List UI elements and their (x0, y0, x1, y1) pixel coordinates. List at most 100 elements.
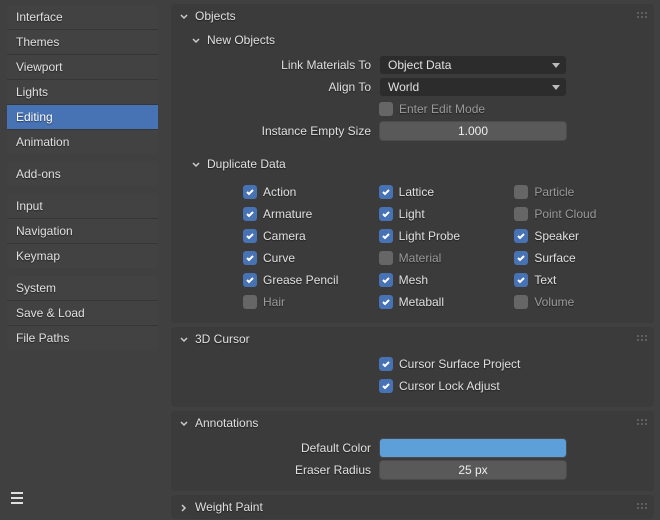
drag-grip-icon[interactable] (636, 334, 648, 342)
cursor3d-panel-header[interactable]: 3D Cursor (171, 327, 654, 351)
duplicate-item-label: Camera (263, 229, 306, 243)
cursor3d-panel: 3D Cursor Cursor Surface Project Cursor … (171, 327, 654, 407)
duplicate-data-item: Text (514, 269, 646, 291)
duplicate-surface-checkbox[interactable] (514, 251, 528, 265)
weight-paint-panel-header[interactable]: Weight Paint (171, 495, 654, 519)
annotations-panel-header[interactable]: Annotations (171, 411, 654, 435)
cursor-surface-project-checkbox[interactable] (379, 357, 393, 371)
duplicate-data-item: Camera (243, 225, 375, 247)
align-to-dropdown[interactable]: World (379, 77, 567, 97)
align-to-label: Align To (179, 80, 371, 94)
sidebar-item-system[interactable]: System (7, 276, 158, 300)
sidebar-item-viewport[interactable]: Viewport (7, 54, 158, 79)
duplicate-curve-checkbox[interactable] (243, 251, 257, 265)
duplicate-text-checkbox[interactable] (514, 273, 528, 287)
duplicate-data-item: Surface (514, 247, 646, 269)
duplicate-item-label: Particle (534, 185, 574, 199)
objects-panel-title: Objects (195, 9, 236, 23)
instance-empty-size-field[interactable]: 1.000 (379, 121, 567, 141)
duplicate-item-label: Text (534, 273, 556, 287)
duplicate-item-label: Hair (263, 295, 285, 309)
chevron-down-icon (191, 35, 201, 45)
eraser-radius-field[interactable]: 25 px (379, 460, 567, 480)
duplicate-data-item: Material (379, 247, 511, 269)
drag-grip-icon[interactable] (636, 11, 648, 19)
preferences-main: Objects New Objects Link Materials To Ob… (165, 0, 660, 520)
sidebar-item-input[interactable]: Input (7, 194, 158, 218)
sidebar-item-file-paths[interactable]: File Paths (7, 325, 158, 350)
duplicate-item-label: Lattice (399, 185, 434, 199)
sidebar-item-interface[interactable]: Interface (7, 5, 158, 29)
duplicate-data-item: Mesh (379, 269, 511, 291)
sidebar-item-themes[interactable]: Themes (7, 29, 158, 54)
cursor-surface-project-label: Cursor Surface Project (399, 357, 520, 371)
duplicate-grease-pencil-checkbox[interactable] (243, 273, 257, 287)
duplicate-data-body: ActionLatticeParticleArmatureLightPoint … (171, 176, 654, 323)
instance-empty-size-label: Instance Empty Size (179, 124, 371, 138)
objects-panel-header[interactable]: Objects (171, 4, 654, 28)
duplicate-speaker-checkbox[interactable] (514, 229, 528, 243)
chevron-down-icon (179, 418, 189, 428)
duplicate-data-item: Light (379, 203, 511, 225)
duplicate-item-label: Metaball (399, 295, 444, 309)
duplicate-item-label: Mesh (399, 273, 428, 287)
sidebar-item-navigation[interactable]: Navigation (7, 218, 158, 243)
annotations-title: Annotations (195, 416, 258, 430)
duplicate-light-probe-checkbox[interactable] (379, 229, 393, 243)
sidebar-item-lights[interactable]: Lights (7, 79, 158, 104)
duplicate-camera-checkbox[interactable] (243, 229, 257, 243)
duplicate-data-item: Point Cloud (514, 203, 646, 225)
duplicate-mesh-checkbox[interactable] (379, 273, 393, 287)
duplicate-item-label: Action (263, 185, 296, 199)
cursor-lock-adjust-label: Cursor Lock Adjust (399, 379, 500, 393)
sidebar-item-editing[interactable]: Editing (7, 104, 158, 129)
duplicate-item-label: Volume (534, 295, 574, 309)
enter-edit-mode-label: Enter Edit Mode (399, 102, 485, 116)
duplicate-data-subpanel-header[interactable]: Duplicate Data (171, 152, 654, 176)
duplicate-item-label: Surface (534, 251, 575, 265)
duplicate-light-checkbox[interactable] (379, 207, 393, 221)
duplicate-data-item: Light Probe (379, 225, 511, 247)
duplicate-item-label: Speaker (534, 229, 579, 243)
duplicate-data-item: Hair (243, 291, 375, 313)
duplicate-hair-checkbox[interactable] (243, 295, 257, 309)
new-objects-title: New Objects (207, 33, 275, 47)
sidebar-item-animation[interactable]: Animation (7, 129, 158, 154)
weight-paint-panel: Weight Paint (171, 495, 654, 519)
duplicate-data-title: Duplicate Data (207, 157, 286, 171)
duplicate-armature-checkbox[interactable] (243, 207, 257, 221)
duplicate-material-checkbox[interactable] (379, 251, 393, 265)
duplicate-data-item: Grease Pencil (243, 269, 375, 291)
duplicate-data-item: Lattice (379, 181, 511, 203)
objects-panel: Objects New Objects Link Materials To Ob… (171, 4, 654, 323)
preferences-sidebar: InterfaceThemesViewportLightsEditingAnim… (0, 0, 165, 520)
duplicate-item-label: Point Cloud (534, 207, 596, 221)
duplicate-item-label: Light Probe (399, 229, 460, 243)
sidebar-item-add-ons[interactable]: Add-ons (7, 162, 158, 186)
duplicate-lattice-checkbox[interactable] (379, 185, 393, 199)
chevron-down-icon (179, 11, 189, 21)
chevron-right-icon (179, 502, 189, 512)
sidebar-item-keymap[interactable]: Keymap (7, 243, 158, 268)
duplicate-item-label: Light (399, 207, 425, 221)
duplicate-volume-checkbox[interactable] (514, 295, 528, 309)
weight-paint-title: Weight Paint (195, 500, 263, 514)
hamburger-menu-button[interactable] (7, 484, 158, 515)
cursor-lock-adjust-checkbox[interactable] (379, 379, 393, 393)
chevron-down-icon (191, 159, 201, 169)
new-objects-subpanel-header[interactable]: New Objects (171, 28, 654, 52)
duplicate-metaball-checkbox[interactable] (379, 295, 393, 309)
enter-edit-mode-checkbox[interactable] (379, 102, 393, 116)
duplicate-particle-checkbox[interactable] (514, 185, 528, 199)
duplicate-point-cloud-checkbox[interactable] (514, 207, 528, 221)
duplicate-data-item: Curve (243, 247, 375, 269)
chevron-down-icon (179, 334, 189, 344)
duplicate-action-checkbox[interactable] (243, 185, 257, 199)
sidebar-item-save-load[interactable]: Save & Load (7, 300, 158, 325)
new-objects-body: Link Materials To Object Data Align To W… (171, 52, 654, 152)
duplicate-data-item: Metaball (379, 291, 511, 313)
drag-grip-icon[interactable] (636, 502, 648, 510)
default-color-swatch[interactable] (379, 438, 567, 458)
drag-grip-icon[interactable] (636, 418, 648, 426)
link-materials-dropdown[interactable]: Object Data (379, 55, 567, 75)
